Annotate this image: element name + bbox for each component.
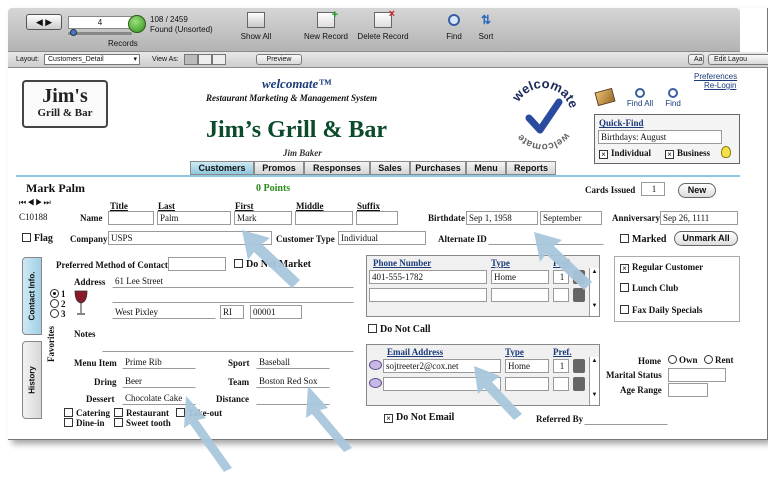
annotation-arrows: [184, 230, 592, 472]
arrow-birthdate: [534, 232, 592, 290]
arrow-email: [474, 366, 522, 420]
arrow-dessert: [184, 396, 232, 472]
arrow-team: [306, 386, 352, 452]
arrow-first-name: [242, 230, 300, 288]
